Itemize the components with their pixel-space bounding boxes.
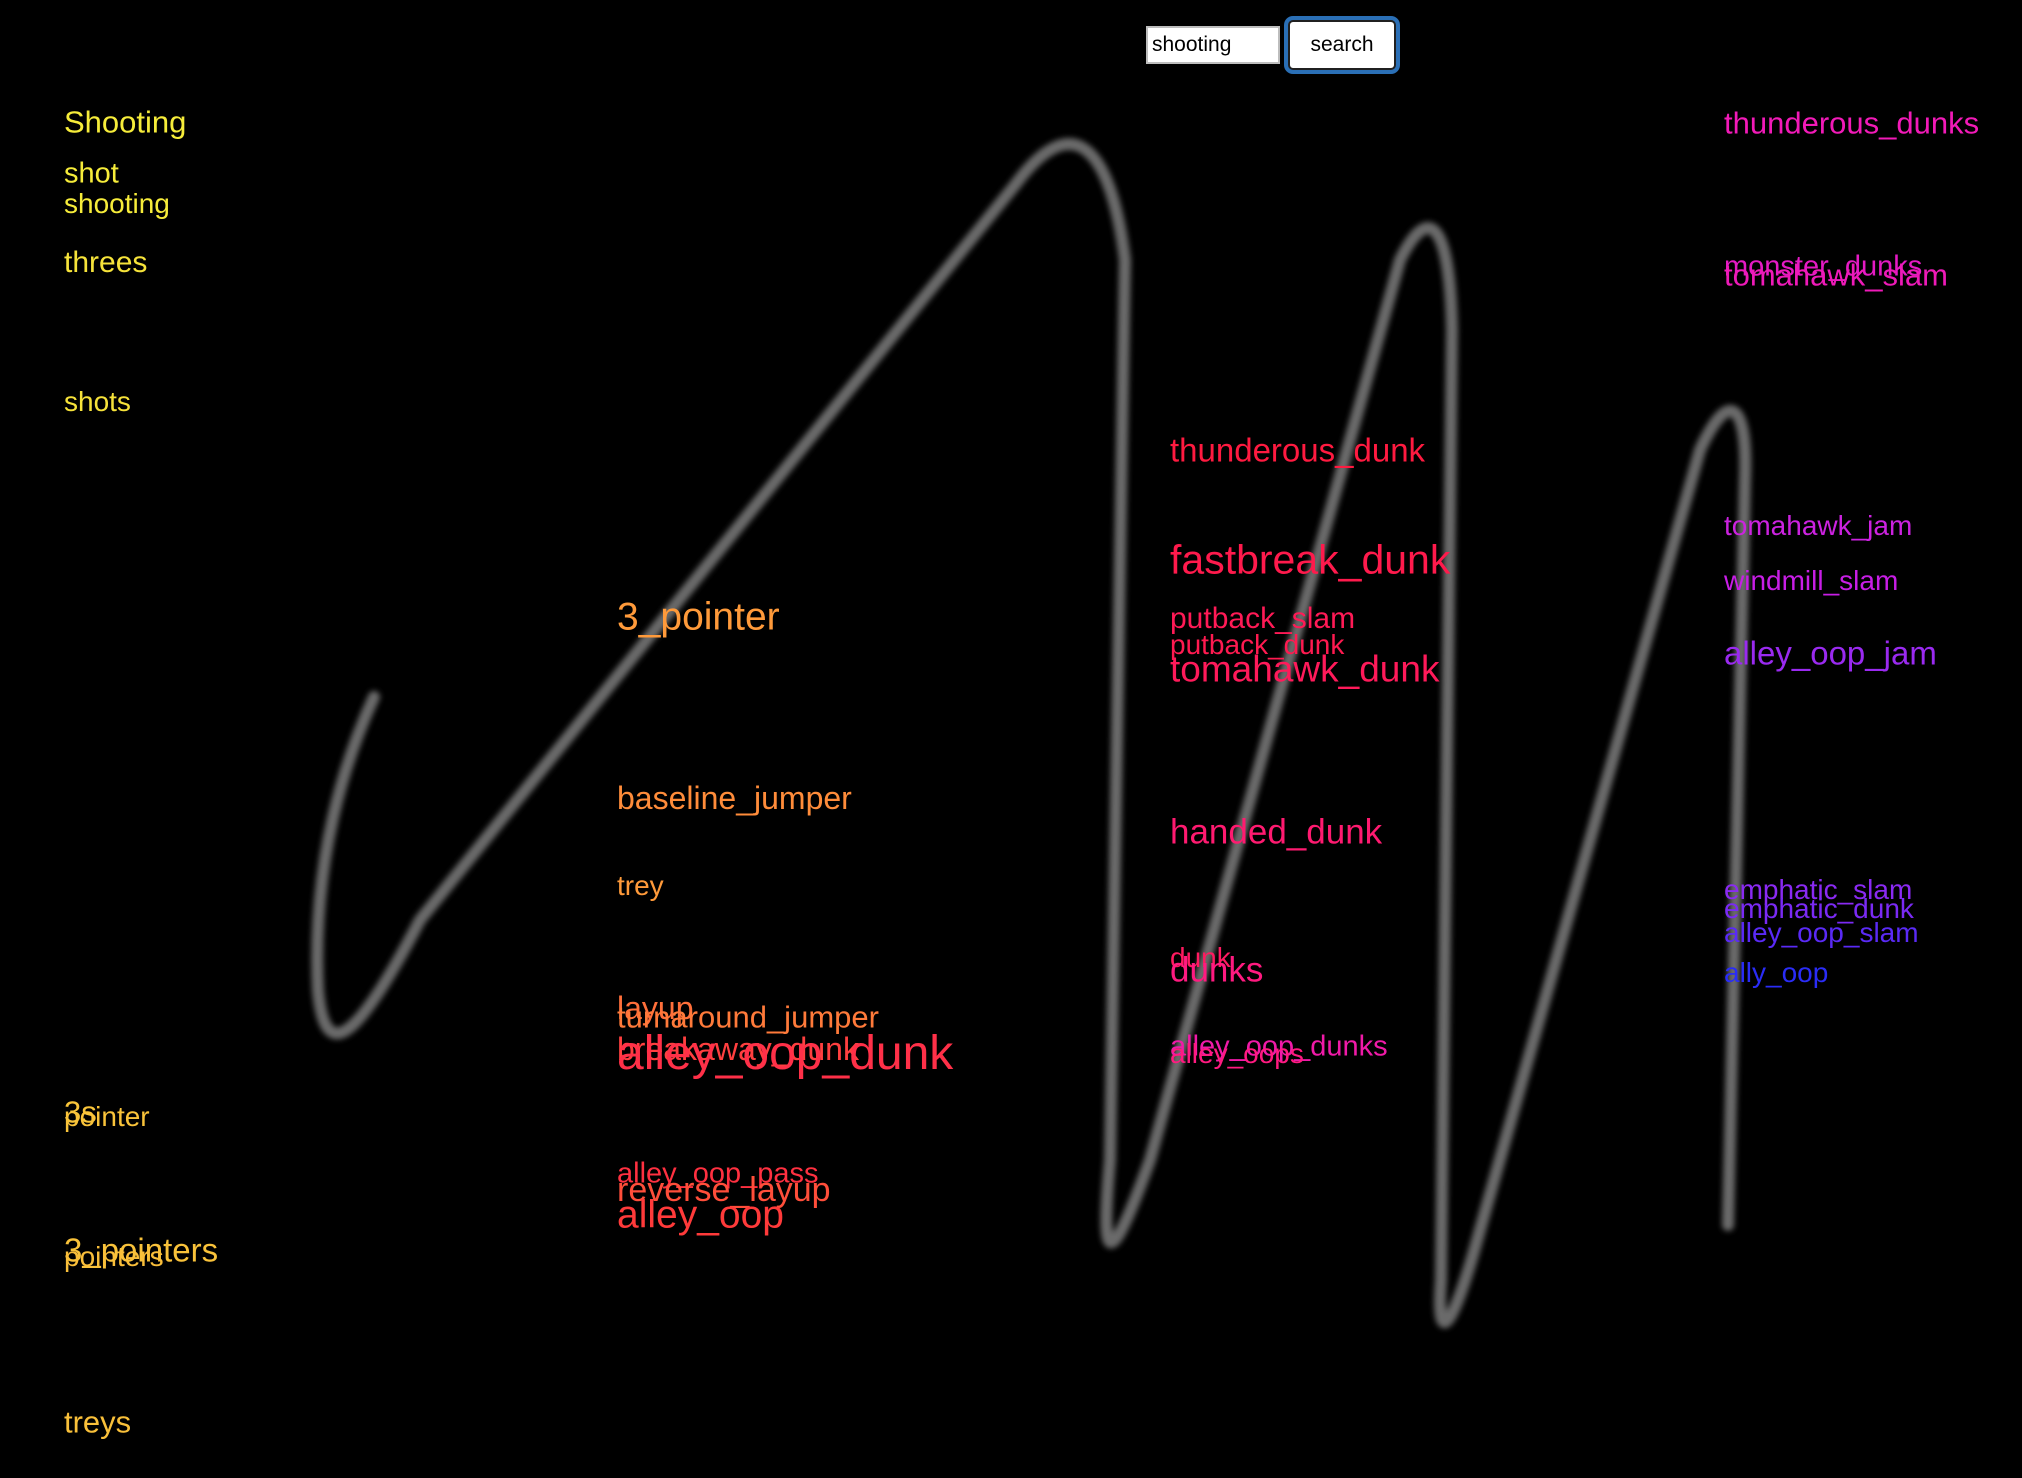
word-label[interactable]: alley_oops	[1170, 1040, 1304, 1068]
word-label[interactable]: handed_dunk	[1170, 815, 1382, 850]
word-label[interactable]: 3_pointer	[617, 598, 780, 637]
word-label[interactable]: alley_oop_slam	[1724, 919, 1919, 947]
word-label[interactable]: threes	[64, 248, 147, 278]
word-column-3: thunderous_dunk fastbreak_dunk putback_s…	[1170, 0, 1550, 1478]
word-label[interactable]: baseline_jumper	[617, 782, 852, 814]
word-label[interactable]: shooting	[64, 190, 170, 218]
word-label[interactable]: dunks	[1170, 953, 1263, 988]
word-label[interactable]: tomahawk_jam	[1724, 512, 1912, 540]
word-label[interactable]: shot	[64, 159, 119, 189]
word-label[interactable]: ally_oop	[1724, 959, 1828, 987]
word-column-1: Shooting shot shooting threes shots 3s p…	[64, 0, 444, 1478]
word-label[interactable]: thunderous_dunk	[1170, 434, 1425, 467]
word-label[interactable]: alley_oop	[617, 1196, 784, 1235]
word-label[interactable]: fastbreak_dunk	[1170, 539, 1450, 581]
word-label[interactable]: tomahawk_slam	[1724, 260, 1948, 291]
word-label[interactable]: trey	[617, 872, 664, 900]
word-column-2: 3_pointer baseline_jumper trey layup tur…	[617, 0, 997, 1478]
word-label[interactable]: Shooting	[64, 107, 186, 138]
word-label[interactable]: shots	[64, 388, 131, 416]
word-label[interactable]: tomahawk_dunk	[1170, 651, 1439, 688]
word-label[interactable]: alley_oop_dunk	[617, 1030, 953, 1078]
word-label[interactable]: treys	[64, 1407, 131, 1438]
word-label[interactable]: pointers	[64, 1243, 164, 1271]
word-label[interactable]: windmill_slam	[1724, 567, 1898, 595]
word-column-4: thunderous_dunks monster_dunks tomahawk_…	[1724, 0, 2014, 1478]
word-cloud-canvas: search Shooting shot shooting threes sho…	[0, 0, 2022, 1478]
word-label[interactable]: alley_oop_jam	[1724, 637, 1937, 670]
word-label[interactable]: thunderous_dunks	[1724, 108, 1979, 139]
word-label[interactable]: pointer	[64, 1103, 150, 1131]
